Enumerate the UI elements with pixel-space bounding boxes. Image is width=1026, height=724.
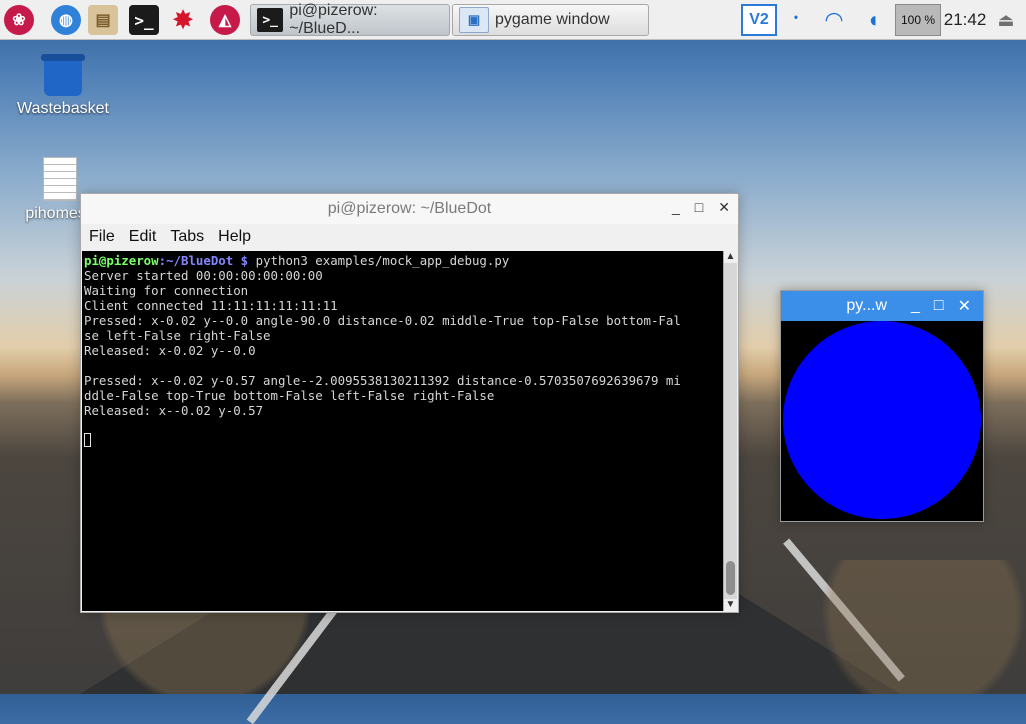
menu-tabs[interactable]: Tabs: [170, 228, 204, 246]
pygame-maximize-icon[interactable]: □: [934, 297, 944, 315]
file-manager-icon[interactable]: ▤: [88, 5, 118, 35]
taskbar-pygame-label: pygame window: [495, 11, 610, 28]
scroll-down-icon[interactable]: ▼: [724, 599, 737, 611]
terminal-titlebar[interactable]: pi@pizerow: ~/BlueDot _ □ ✕: [81, 194, 738, 224]
terminal-window: pi@pizerow: ~/BlueDot _ □ ✕ File Edit Ta…: [80, 193, 739, 613]
terminal-line: se left-False right-False: [84, 328, 271, 343]
menu-file[interactable]: File: [89, 228, 115, 246]
pygame-mini-icon: ▣: [459, 7, 489, 33]
pygame-titlebar[interactable]: py...w _ □ ✕: [781, 291, 983, 321]
trash-icon: [41, 54, 85, 96]
top-taskbar: ❀ ◍ ▤ >_ ✸ ◭ >_ pi@pizerow: ~/BlueD... ▣…: [0, 0, 1026, 40]
terminal-launcher-icon[interactable]: >_: [129, 5, 159, 35]
prompt-line: pi@pizerow:~/BlueDot $ python3 examples/…: [84, 253, 724, 268]
terminal-line: Client connected 11:11:11:11:11:11: [84, 298, 338, 313]
text-cursor: [84, 433, 91, 447]
terminal-menubar: File Edit Tabs Help: [81, 224, 738, 250]
terminal-output[interactable]: pi@pizerow:~/BlueDot $ python3 examples/…: [82, 251, 724, 611]
terminal-line: ddle-False top-True bottom-False left-Fa…: [84, 388, 495, 403]
prompt-symbol: $: [233, 253, 256, 268]
wolfram-icon[interactable]: ◭: [210, 5, 240, 35]
document-icon: [43, 157, 77, 201]
close-icon[interactable]: ✕: [718, 199, 730, 216]
prompt-path: :~/BlueDot: [158, 253, 234, 268]
prompt-command: python3 examples/mock_app_debug.py: [255, 253, 510, 268]
vnc-icon[interactable]: V2: [741, 4, 777, 36]
taskbar-terminal-label: pi@pizerow: ~/BlueD...: [289, 2, 378, 37]
scroll-up-icon[interactable]: ▲: [724, 251, 737, 263]
terminal-mini-icon: >_: [257, 8, 284, 32]
wifi-icon[interactable]: ◠: [818, 4, 850, 36]
battery-indicator[interactable]: 100 %: [895, 4, 941, 36]
pygame-window: py...w _ □ ✕: [780, 290, 984, 522]
pygame-minimize-icon[interactable]: _: [911, 297, 920, 315]
wastebasket-desktop-icon[interactable]: Wastebasket: [13, 54, 113, 118]
taskbar-terminal-window-button[interactable]: >_ pi@pizerow: ~/BlueD...: [250, 2, 450, 37]
blue-dot-circle[interactable]: [783, 321, 981, 519]
wastebasket-label: Wastebasket: [17, 100, 109, 117]
eject-icon[interactable]: ⏏: [993, 4, 1019, 36]
menu-edit[interactable]: Edit: [129, 228, 157, 246]
scroll-thumb[interactable]: [726, 561, 735, 595]
terminal-scrollbar[interactable]: ▲ ▼: [723, 251, 737, 611]
raspberry-menu-icon[interactable]: ❀: [4, 5, 34, 35]
web-browser-icon[interactable]: ◍: [51, 5, 81, 35]
minimize-icon[interactable]: _: [672, 199, 680, 216]
prompt-user: pi@pizerow: [84, 253, 159, 268]
pygame-close-icon[interactable]: ✕: [958, 296, 971, 316]
pygame-canvas[interactable]: [781, 321, 983, 521]
cursor-line: [84, 433, 724, 448]
clock[interactable]: 21:42: [944, 4, 987, 36]
terminal-line: Released: x--0.02 y-0.57: [84, 403, 264, 418]
math-app-icon[interactable]: ✸: [168, 5, 198, 35]
terminal-line: Server started 00:00:00:00:00:00: [84, 268, 323, 283]
terminal-line: Released: x-0.02 y--0.0: [84, 343, 256, 358]
pygame-title: py...w: [846, 297, 888, 314]
terminal-line: Pressed: x-0.02 y--0.0 angle-90.0 distan…: [84, 313, 681, 328]
terminal-title: pi@pizerow: ~/BlueDot: [327, 200, 492, 217]
bluetooth-icon[interactable]: ᛫: [784, 4, 808, 36]
volume-icon[interactable]: ◖: [858, 4, 888, 36]
terminal-line: Pressed: x--0.02 y-0.57 angle--2.0095538…: [84, 373, 681, 388]
taskbar-pygame-window-button[interactable]: ▣ pygame window: [452, 4, 649, 36]
menu-help[interactable]: Help: [218, 228, 251, 246]
maximize-icon[interactable]: □: [695, 199, 703, 216]
terminal-line: Waiting for connection: [84, 283, 249, 298]
